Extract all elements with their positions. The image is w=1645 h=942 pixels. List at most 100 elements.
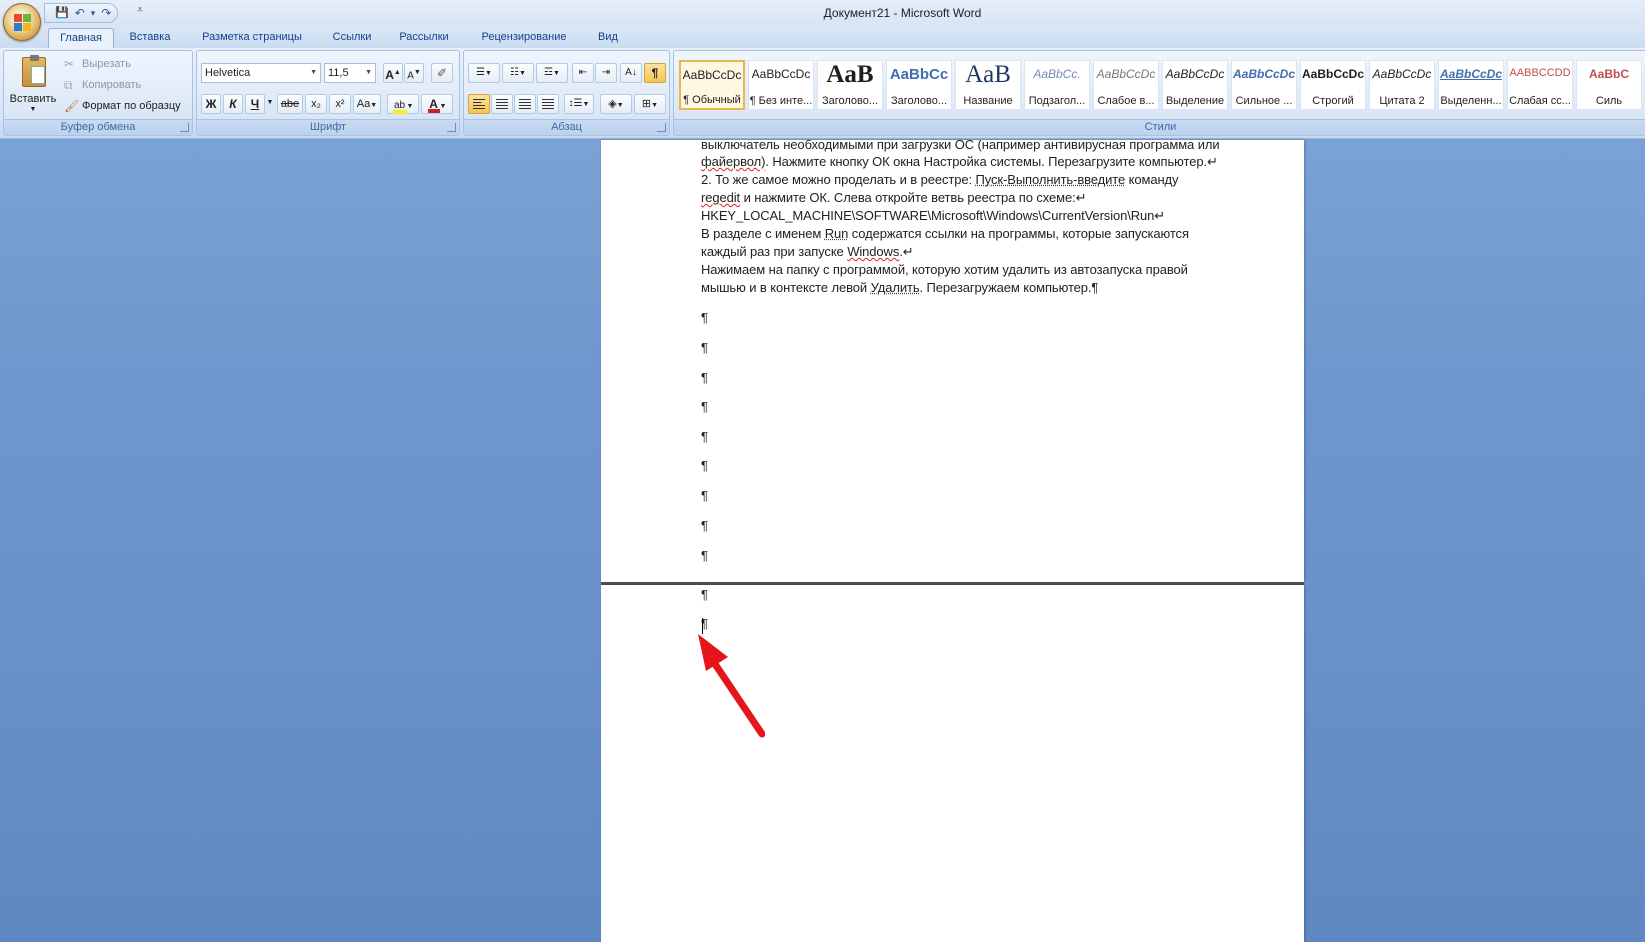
tab-references[interactable]: Ссылки bbox=[324, 28, 380, 48]
shrink-font-button[interactable]: A▼ bbox=[404, 63, 424, 83]
styles-group-label: Стили bbox=[674, 119, 1645, 135]
style-preview: AaBbCcDc bbox=[1232, 67, 1295, 81]
tab-view[interactable]: Вид bbox=[590, 28, 626, 48]
superscript-button[interactable]: x² bbox=[329, 94, 351, 114]
align-left-button[interactable] bbox=[468, 94, 490, 114]
paragraph-mark: ¶ bbox=[701, 587, 708, 602]
style-preview: AaBbCcDc bbox=[1165, 67, 1225, 81]
doc-line: каждый раз при запуске Windows.↵ bbox=[701, 243, 914, 260]
doc-text: Пуск-Выполнить-введите bbox=[975, 172, 1126, 187]
office-button[interactable] bbox=[3, 3, 41, 41]
font-name-value: Helvetica bbox=[205, 67, 251, 79]
style-item[interactable]: AaBbCcDc Цитата 2 bbox=[1369, 60, 1435, 110]
clipboard-group-label: Буфер обмена bbox=[4, 119, 192, 135]
doc-text: В разделе с именем bbox=[701, 226, 825, 241]
borders-button[interactable]: ⊞▼ bbox=[634, 94, 666, 114]
style-item[interactable]: AaBbCcDc ¶ Обычный bbox=[679, 60, 745, 110]
chevron-down-icon: ▼ bbox=[29, 106, 37, 113]
doc-text: 2. То же самое можно проделать и в реест… bbox=[701, 172, 976, 187]
align-right-button[interactable] bbox=[514, 94, 536, 114]
font-group-label: Шрифт bbox=[197, 119, 459, 135]
style-name: Силь bbox=[1595, 95, 1623, 107]
format-painter-button[interactable]: 🖌 Формат по образцу bbox=[64, 99, 181, 115]
style-item[interactable]: AaB Заголово... bbox=[817, 60, 883, 110]
paste-button[interactable]: Вставить ▼ bbox=[8, 55, 58, 117]
doc-line: файервол). Нажмите кнопку ОК окна Настро… bbox=[701, 153, 1218, 170]
align-right-icon bbox=[519, 99, 531, 109]
style-name: Заголово... bbox=[821, 95, 879, 107]
increase-indent-icon: ⇥ bbox=[601, 67, 611, 78]
styles-group: AaBbCcDc ¶ Обычный AaBbCcDc ¶ Без инте... Aa… bbox=[673, 50, 1645, 136]
font-color-button[interactable]: A ▼ bbox=[421, 94, 453, 114]
font-size-select[interactable]: 11,5 ▼ bbox=[324, 63, 376, 83]
font-group: Helvetica ▼ 11,5 ▼ A▲ A▼ ✐ Ж К Ч ▼ abe x₂ … bbox=[196, 50, 460, 136]
font-size-value: 11,5 bbox=[328, 67, 349, 79]
copy-icon: ⧉ bbox=[64, 78, 73, 92]
line-spacing-button[interactable]: ↕☰▼ bbox=[564, 94, 594, 114]
cut-button[interactable]: ✂ Вырезать bbox=[64, 57, 131, 73]
increase-indent-button[interactable]: ⇥ bbox=[595, 63, 617, 83]
justify-button[interactable] bbox=[537, 94, 559, 114]
tab-insert[interactable]: Вставка bbox=[120, 28, 180, 48]
decrease-indent-button[interactable]: ⇤ bbox=[572, 63, 594, 83]
change-case-button[interactable]: Aa▼ bbox=[353, 94, 381, 114]
font-color-icon: A bbox=[427, 97, 440, 113]
copy-button[interactable]: ⧉ Копировать bbox=[64, 78, 141, 94]
doc-text: Run bbox=[824, 226, 849, 241]
dialog-launcher-icon[interactable] bbox=[657, 123, 666, 132]
tab-mailings[interactable]: Рассылки bbox=[392, 28, 456, 48]
paragraph-mark: ¶ bbox=[701, 458, 708, 473]
style-preview: AaBbCc. bbox=[1033, 67, 1081, 81]
font-name-select[interactable]: Helvetica ▼ bbox=[201, 63, 321, 83]
grow-font-button[interactable]: A▲ bbox=[383, 63, 403, 83]
bold-button[interactable]: Ж bbox=[201, 94, 221, 114]
style-item[interactable]: AaBbCcDc Слабое в... bbox=[1093, 60, 1159, 110]
subscript-button[interactable]: x₂ bbox=[305, 94, 327, 114]
style-item[interactable]: AaBbCcDc Сильное ... bbox=[1231, 60, 1297, 110]
style-item[interactable]: AaB Название bbox=[955, 60, 1021, 110]
doc-line: regedit и нажмите ОК. Слева откройте вет… bbox=[701, 189, 1087, 206]
shrink-font-icon: A bbox=[407, 70, 414, 82]
style-name: ¶ Обычный bbox=[683, 94, 741, 106]
underline-button[interactable]: Ч bbox=[245, 94, 265, 114]
style-item[interactable]: AaBbCcDc Строгий bbox=[1300, 60, 1366, 110]
style-name: Строгий bbox=[1312, 95, 1354, 107]
style-name: Заголово... bbox=[890, 95, 948, 107]
shading-button[interactable]: ◈▼ bbox=[600, 94, 632, 114]
style-item[interactable]: AaBbCcDc ¶ Без инте... bbox=[748, 60, 814, 110]
style-item[interactable]: AaBbCcDc Выделение bbox=[1162, 60, 1228, 110]
bullets-button[interactable]: ☰▼ bbox=[468, 63, 500, 83]
tab-home[interactable]: Главная bbox=[48, 28, 114, 48]
paragraph-mark: ¶ bbox=[701, 518, 708, 533]
paintbrush-icon: 🖌 bbox=[64, 99, 80, 113]
doc-text: файервол) bbox=[701, 154, 766, 169]
multilevel-list-button[interactable]: ☲▼ bbox=[536, 63, 568, 83]
highlight-button[interactable]: ab▼ bbox=[387, 94, 419, 114]
style-item[interactable]: AaBbC Силь bbox=[1576, 60, 1642, 110]
underline-dropdown-icon[interactable]: ▼ bbox=[265, 94, 275, 114]
tab-review[interactable]: Рецензирование bbox=[470, 28, 578, 48]
style-item[interactable]: AABBCCDD Слабая сс... bbox=[1507, 60, 1573, 110]
numbering-button[interactable]: ☷▼ bbox=[502, 63, 534, 83]
tab-page-layout[interactable]: Разметка страницы bbox=[192, 28, 312, 48]
doc-text: содержатся ссылки на программы, которые … bbox=[848, 226, 1189, 241]
clear-formatting-button[interactable]: ✐ bbox=[431, 63, 453, 83]
align-center-button[interactable] bbox=[491, 94, 513, 114]
sort-button[interactable]: A↓ bbox=[620, 63, 642, 83]
doc-text: мышью и в контексте левой bbox=[701, 280, 871, 295]
document-page-1[interactable]: выключатель необходимыми при загрузки ОС… bbox=[601, 140, 1304, 582]
doc-text: . Нажмите кнопку ОК окна Настройка систе… bbox=[765, 154, 1218, 169]
show-formatting-marks-button[interactable]: ¶ bbox=[644, 63, 666, 83]
style-name: Выделение bbox=[1165, 95, 1225, 107]
paragraph-mark: ¶ bbox=[701, 399, 708, 414]
paragraph-mark: ¶ bbox=[701, 429, 708, 444]
strikethrough-button[interactable]: abe bbox=[277, 94, 303, 114]
italic-button[interactable]: К bbox=[223, 94, 243, 114]
dialog-launcher-icon[interactable] bbox=[447, 123, 456, 132]
style-preview: AaBbCcDc bbox=[1439, 67, 1502, 81]
style-item[interactable]: AaBbCcDc Выделенн... bbox=[1438, 60, 1504, 110]
style-item[interactable]: AaBbCc. Подзагол... bbox=[1024, 60, 1090, 110]
style-item[interactable]: AaBbCc Заголово... bbox=[886, 60, 952, 110]
window-title: Документ21 - Microsoft Word bbox=[823, 6, 982, 20]
dialog-launcher-icon[interactable] bbox=[180, 123, 189, 132]
